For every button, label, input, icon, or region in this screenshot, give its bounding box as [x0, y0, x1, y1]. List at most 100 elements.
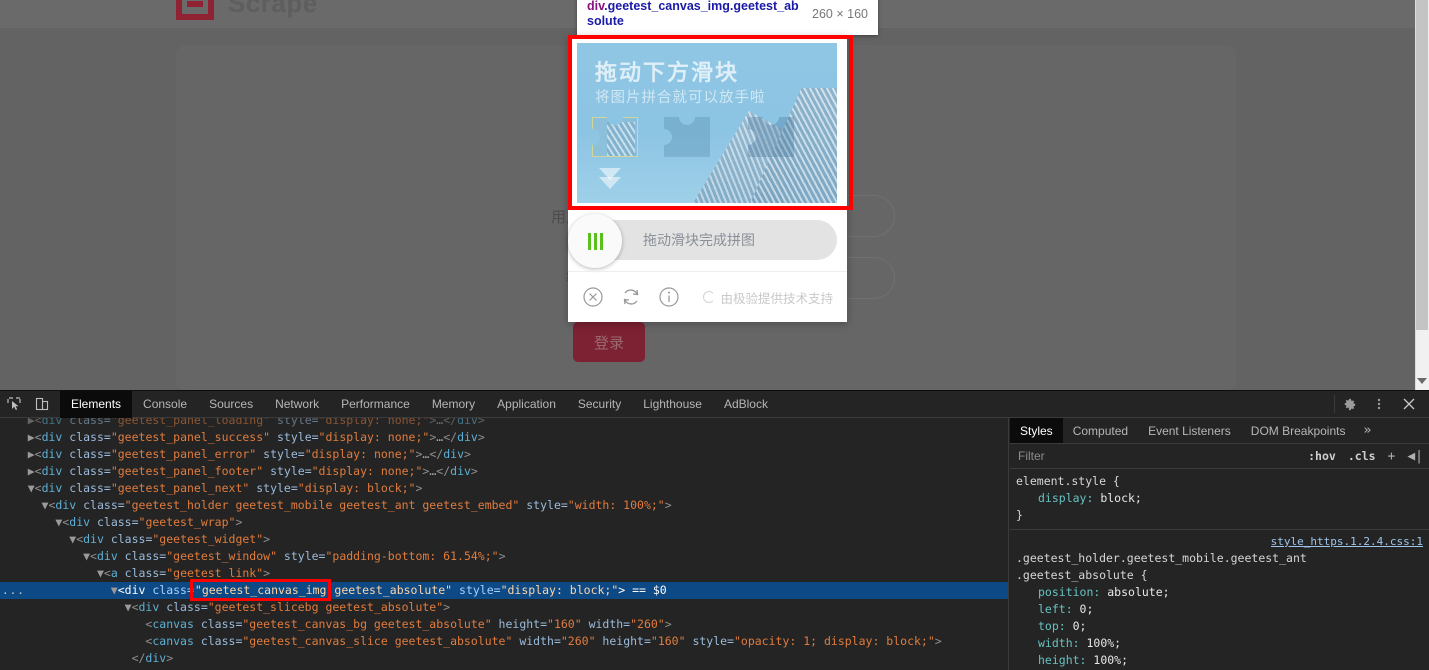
slider-knob[interactable] — [568, 214, 622, 268]
dom-node-selected[interactable]: ··· ▼<div class="geetest_canvas_img geet… — [0, 579, 1008, 601]
stylesheet-source-link[interactable]: style_https.1.2.4.css:1 — [1271, 533, 1423, 550]
devtools-tab-application[interactable]: Application — [486, 391, 567, 418]
css-declaration[interactable]: left: 0; — [1016, 601, 1423, 618]
collapse-triangle-icon[interactable]: ▶ — [28, 418, 35, 427]
puzzle-slice-shape[interactable] — [592, 117, 638, 157]
dom-token: "geetest_holder geetest_mobile geetest_a… — [124, 498, 520, 512]
dom-token: "geetest_link" — [166, 566, 264, 580]
cls-toggle[interactable]: .cls — [1342, 449, 1382, 463]
dom-token: div — [41, 418, 63, 427]
dom-node[interactable]: ▼<div class="geetest_wrap"> — [0, 514, 1008, 531]
css-declaration[interactable]: top: 0; — [1016, 618, 1423, 635]
devtools-tab-security[interactable]: Security — [567, 391, 632, 418]
devtools-tab-sources[interactable]: Sources — [198, 391, 264, 418]
settings-gear-icon[interactable] — [1335, 392, 1363, 416]
collapse-triangle-icon[interactable]: ▶ — [28, 447, 35, 461]
dom-token: "display: none;" — [311, 464, 423, 478]
dom-token: class= — [90, 515, 139, 529]
powered-by-text: 由极验提供技术支持 — [720, 290, 833, 306]
computed-sidebar-toggle-icon[interactable]: ◀| — [1401, 449, 1429, 464]
dom-token: > — [498, 549, 506, 563]
refresh-icon[interactable] — [620, 286, 642, 308]
dom-node[interactable]: ▼<div class="geetest_window" style="padd… — [0, 548, 1008, 565]
styles-tab-dom-breakpoints[interactable]: DOM Breakpoints — [1241, 418, 1356, 443]
close-devtools-icon[interactable] — [1395, 392, 1423, 416]
dom-node[interactable]: <canvas class="geetest_canvas_slice geet… — [0, 633, 1008, 650]
dom-token: "geetest_widget" — [152, 532, 264, 546]
styles-tab-event-listeners[interactable]: Event Listeners — [1138, 418, 1241, 443]
dom-node[interactable]: ▶<div class="geetest_panel_loading" styl… — [0, 418, 1008, 429]
dom-node[interactable]: ▶<div class="geetest_panel_footer" style… — [0, 463, 1008, 480]
styles-tab-styles[interactable]: Styles — [1010, 418, 1063, 443]
dom-node[interactable]: ▼<div class="geetest_holder geetest_mobi… — [0, 497, 1008, 514]
dom-tree-panel[interactable]: ▶<div class="geetest_panel_loading" styl… — [0, 418, 1009, 670]
dom-node[interactable]: </div> — [0, 650, 1008, 667]
collapse-triangle-icon[interactable]: ▶ — [28, 430, 35, 444]
devtools-tab-performance[interactable]: Performance — [330, 391, 421, 418]
rule-selector[interactable]: .geetest_holder.geetest_mobile.geetest_a… — [1016, 551, 1307, 582]
rule-selector[interactable]: element.style { — [1016, 474, 1120, 488]
dom-token: canvas — [152, 634, 194, 648]
expand-triangle-icon[interactable]: ▼ — [97, 566, 104, 580]
styles-tab-strip: Styles Computed Event Listeners DOM Breakpo… — [1010, 418, 1429, 444]
info-icon[interactable] — [658, 286, 680, 308]
css-value: block; — [1100, 491, 1142, 505]
devtools-tab-adblock[interactable]: AdBlock — [713, 391, 779, 418]
dom-token: div — [69, 515, 91, 529]
scrollbar-thumb[interactable] — [1416, 0, 1428, 330]
dom-node[interactable]: ▼<div class="geetest_panel_next" style="… — [0, 480, 1008, 497]
knob-bar-3 — [599, 232, 603, 250]
login-button[interactable]: 登录 — [573, 322, 645, 362]
dom-node[interactable]: ▶<div class="geetest_panel_success" styl… — [0, 429, 1008, 446]
dom-node[interactable]: ▼<a class="geetest_link"> — [0, 565, 1008, 582]
devtools-tab-elements[interactable]: Elements — [60, 390, 133, 418]
brand-title: Scrape — [228, 0, 318, 18]
device-toolbar-icon[interactable] — [28, 391, 56, 418]
dom-token: class= — [62, 464, 111, 478]
expand-triangle-icon[interactable]: ▼ — [125, 600, 132, 614]
inspect-element-icon[interactable] — [0, 391, 28, 418]
dom-node[interactable]: <canvas class="geetest_canvas_bg geetest… — [0, 616, 1008, 633]
dom-node[interactable]: ▼<div class="geetest_slicebg geetest_abs… — [0, 599, 1008, 616]
geetest-captcha-panel: 拖动下方滑块 将图片拼合就可以放手啦 拖动滑块完成拼图 由极验提供技术支持 — [568, 35, 847, 322]
css-declaration[interactable]: height: 100%; — [1016, 652, 1423, 669]
devtools-tab-console[interactable]: Console — [132, 391, 198, 418]
knob-bar-1 — [587, 232, 591, 250]
scroll-down-arrow-icon[interactable] — [1417, 378, 1427, 384]
dom-token: </ — [443, 430, 458, 444]
styles-filter-input[interactable] — [1018, 449, 1303, 463]
styles-tab-computed[interactable]: Computed — [1063, 418, 1138, 443]
dom-token: > — [464, 447, 471, 461]
page-vertical-scrollbar[interactable] — [1415, 0, 1429, 390]
expand-triangle-icon[interactable]: ▼ — [83, 549, 90, 563]
dom-token: style= — [249, 481, 298, 495]
expand-triangle-icon[interactable]: ▼ — [111, 583, 118, 597]
hov-toggle[interactable]: :hov — [1302, 449, 1342, 463]
new-style-rule-icon[interactable]: + — [1382, 449, 1402, 464]
dom-token: class= — [62, 481, 111, 495]
css-declaration[interactable]: width: 100%; — [1016, 635, 1423, 652]
dom-token: class= — [117, 566, 167, 580]
dom-token: < — [34, 430, 42, 444]
dom-token: > — [477, 418, 485, 427]
dom-token: < — [34, 447, 42, 461]
more-vertical-icon[interactable] — [1365, 392, 1393, 416]
css-declaration[interactable]: display: block; — [1016, 490, 1423, 507]
dom-token: "opacity: 1; display: block;" — [733, 634, 935, 648]
devtools-tab-memory[interactable]: Memory — [421, 391, 486, 418]
dom-node[interactable]: ▶<div class="geetest_panel_error" style=… — [0, 446, 1008, 463]
dom-node[interactable]: ▼<div class="geetest_widget"> — [0, 531, 1008, 548]
captcha-image-subtitle: 将图片拼合就可以放手啦 — [595, 90, 766, 106]
close-icon[interactable] — [582, 286, 604, 308]
devtools-tab-network[interactable]: Network — [264, 391, 330, 418]
css-declaration[interactable]: position: absolute; — [1016, 584, 1423, 601]
dom-token: "display: block;" — [500, 583, 619, 597]
devtools-tab-lighthouse[interactable]: Lighthouse — [632, 391, 713, 418]
devtools-toolbar-right — [1334, 395, 1429, 413]
dom-token: "display: none;" — [318, 418, 430, 427]
collapse-triangle-icon[interactable]: ▶ — [28, 464, 35, 478]
tooltip-selector-text: div.geetest_canvas_img.geetest_absolute — [587, 0, 802, 29]
expand-triangle-icon[interactable]: ▼ — [28, 481, 35, 495]
styles-more-tabs-icon[interactable]: » — [1355, 418, 1379, 443]
dom-token: class= — [159, 600, 208, 614]
